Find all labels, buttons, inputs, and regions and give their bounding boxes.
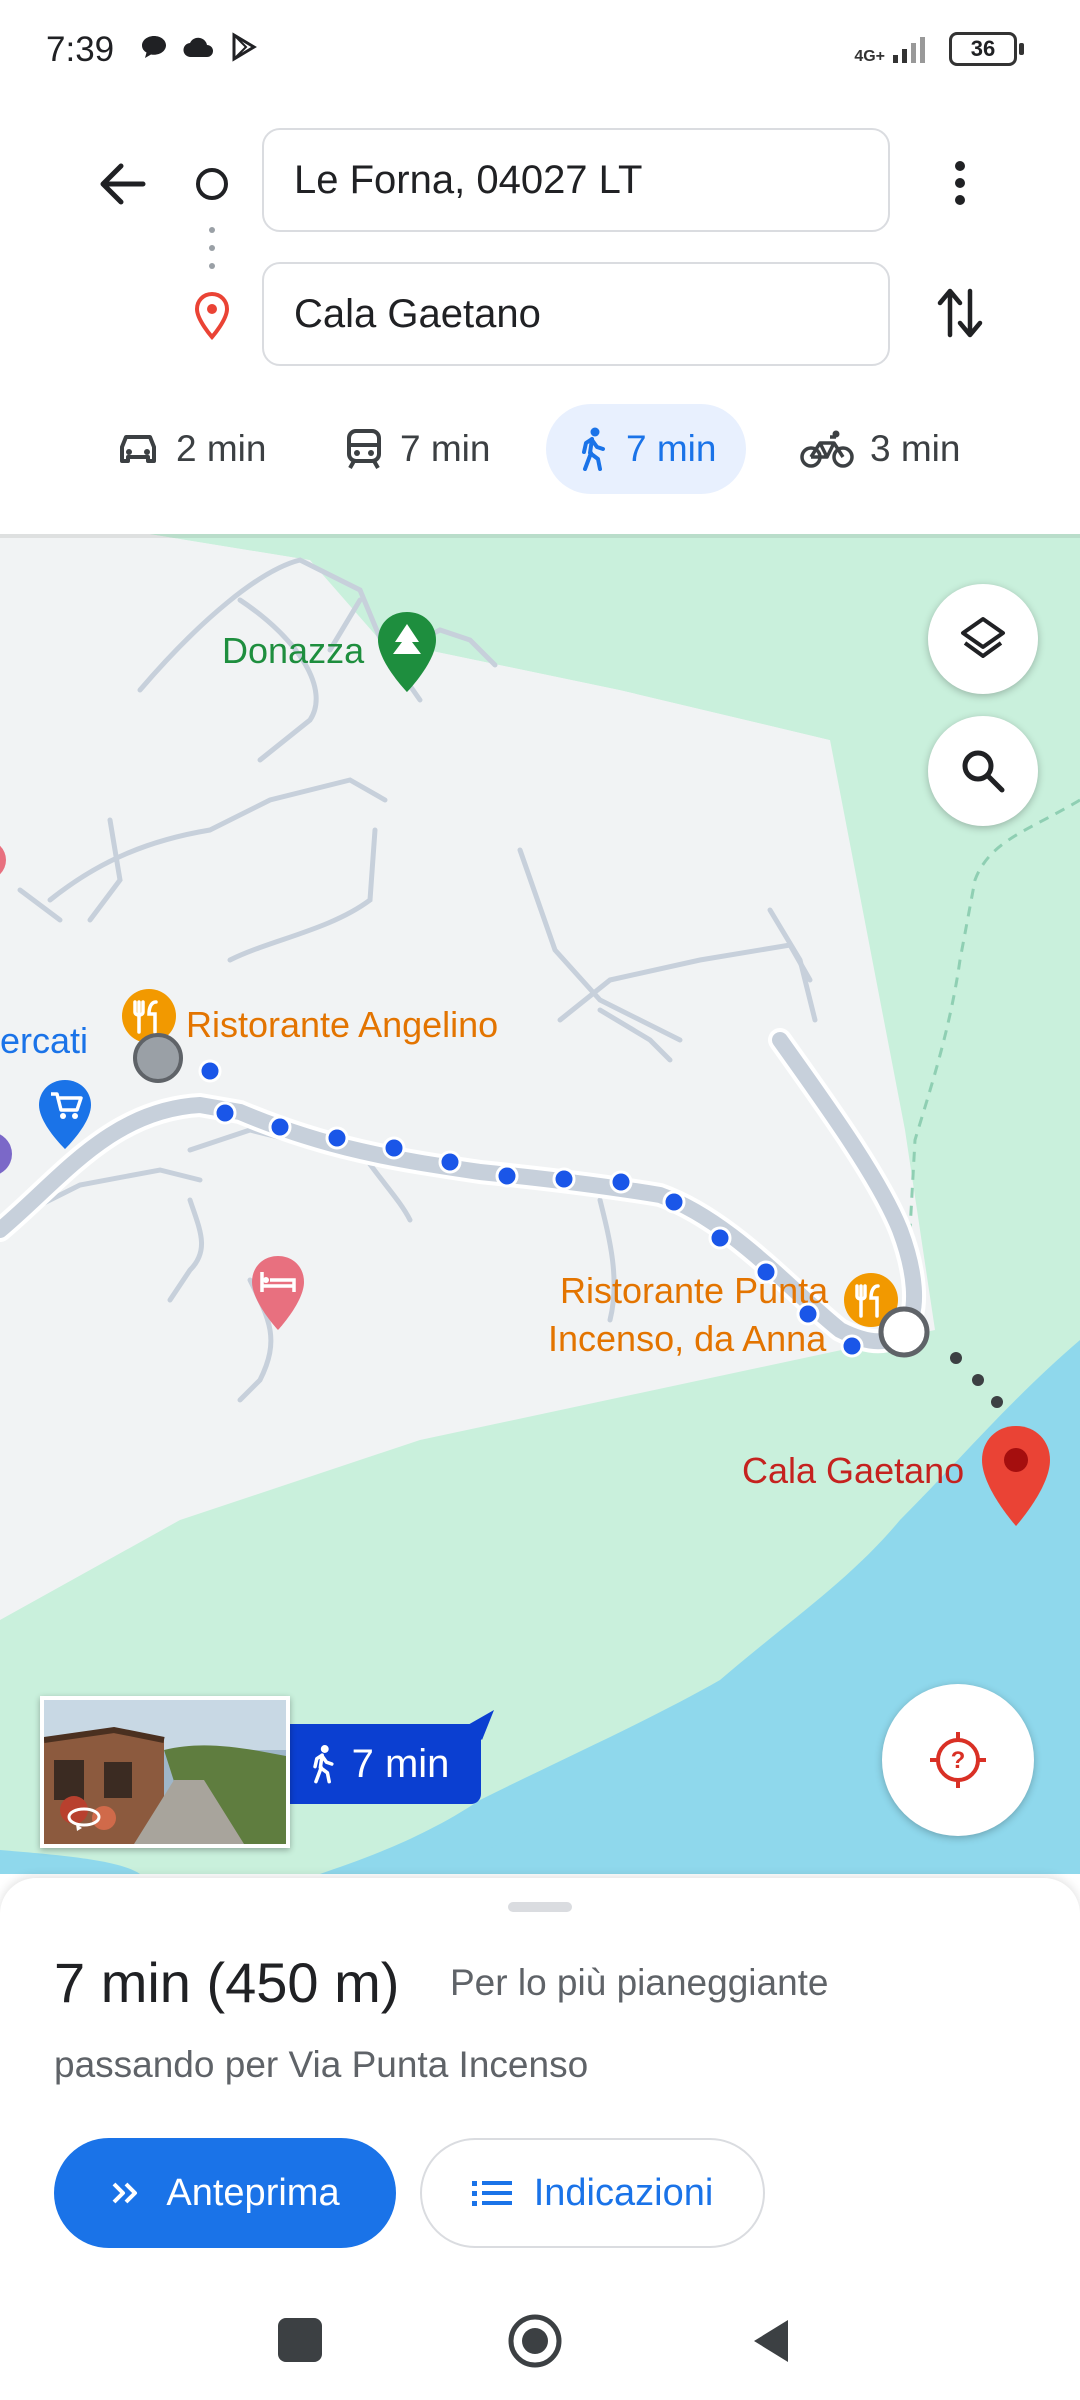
back-button[interactable]: [92, 154, 152, 214]
route-time-badge[interactable]: 7 min: [276, 1724, 481, 1804]
walking-route: [133, 1033, 1003, 1408]
chat-icon: [142, 36, 166, 58]
map-top-shadow: [0, 534, 1080, 538]
walk-badge-icon: [312, 1745, 334, 1784]
swap-button[interactable]: [930, 280, 990, 346]
status-bar: 7:39 4G+ 36: [0, 0, 1080, 110]
play-store-icon: [232, 32, 257, 62]
svg-text:?: ?: [951, 1747, 966, 1774]
street-view-thumbnail[interactable]: [40, 1696, 290, 1848]
route-summary: Per lo più pianeggiante: [450, 1962, 829, 2003]
route-duration: 7 min (450 m): [54, 1951, 400, 2014]
map-view[interactable]: Donazza Ristorante Angelino ercati Risto…: [0, 534, 1080, 1874]
destination-pin-icon: [194, 291, 230, 341]
signal-icon: 4G+: [854, 33, 933, 65]
my-location-button[interactable]: ?: [882, 1684, 1034, 1836]
tab-cycling-label: 3 min: [870, 428, 961, 469]
route-time-label: 7 min: [351, 1741, 450, 1786]
preview-button[interactable]: Anteprima: [54, 2138, 396, 2248]
origin-circle-icon: [196, 168, 228, 200]
tab-cycling[interactable]: 3 min: [800, 404, 960, 494]
badge-pointer: [466, 1710, 494, 1740]
destination-marker-icon: [982, 1426, 1050, 1526]
cloud-icon: [183, 37, 213, 58]
tab-walking-label: 7 min: [626, 428, 717, 469]
layers-button[interactable]: [928, 584, 1038, 694]
map-label-cala-gaetano[interactable]: Cala Gaetano: [742, 1450, 964, 1492]
home-button[interactable]: [506, 2312, 564, 2370]
tab-walking[interactable]: 7 min: [546, 404, 747, 494]
route-dots-icon: [209, 227, 215, 269]
tab-driving-label: 2 min: [176, 428, 267, 469]
battery-level: 36: [949, 32, 1017, 66]
arrow-back-icon: [100, 163, 146, 205]
directions-button[interactable]: Indicazioni: [420, 2138, 765, 2248]
location-unknown-icon: ?: [930, 1732, 986, 1788]
recents-button[interactable]: [278, 2318, 322, 2362]
more-options-button[interactable]: [930, 150, 990, 216]
system-icons: 4G+ 36: [854, 32, 1024, 66]
system-nav-bar: [0, 2280, 1080, 2400]
tab-driving[interactable]: 2 min: [116, 404, 266, 494]
bike-icon: [800, 430, 854, 468]
notification-icons: [140, 32, 258, 62]
directions-button-label: Indicazioni: [533, 2171, 714, 2214]
layers-icon: [961, 617, 1005, 658]
destination-field[interactable]: Cala Gaetano: [262, 262, 890, 366]
preview-button-label: Anteprima: [166, 2171, 340, 2214]
search-map-button[interactable]: [928, 716, 1038, 826]
walk-icon: [582, 427, 605, 471]
transit-icon: [347, 429, 381, 469]
origin-field[interactable]: Le Forna, 04027 LT: [262, 128, 890, 232]
tab-transit[interactable]: 7 min: [344, 404, 490, 494]
search-icon: [962, 750, 1005, 793]
rotate-360-icon: [67, 1807, 101, 1831]
sheet-drag-handle[interactable]: [508, 1902, 572, 1912]
battery-icon: 36: [949, 32, 1024, 66]
status-time: 7:39: [46, 30, 115, 69]
double-chevron-icon: [112, 2182, 138, 2204]
route-via: passando per Via Punta Incenso: [54, 2044, 589, 2085]
back-nav-button[interactable]: [748, 2316, 792, 2366]
car-icon: [120, 435, 156, 463]
network-type: 4G+: [854, 48, 885, 65]
tab-transit-label: 7 min: [400, 428, 491, 469]
more-vert-icon: [955, 161, 965, 205]
travel-mode-tabs: 2 min 7 min 7 min 3 min: [0, 404, 1080, 494]
swap-vert-icon: [937, 288, 983, 338]
list-icon: [471, 2181, 512, 2206]
